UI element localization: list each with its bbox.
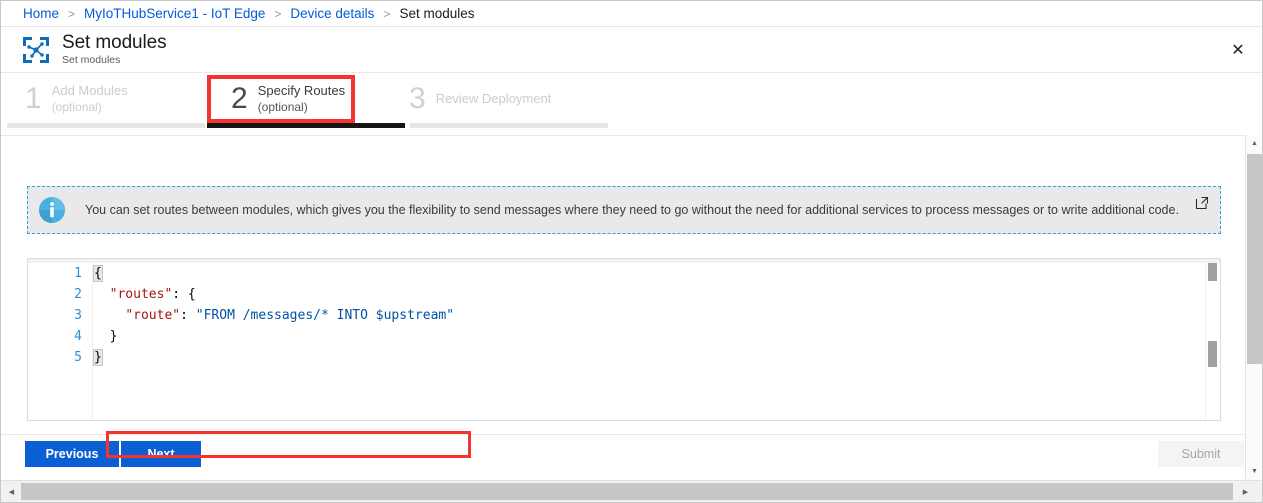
wizard-footer: Previous Next Submit	[1, 434, 1262, 480]
code-token: "FROM /messages/* INTO $upstream"	[195, 308, 455, 323]
info-icon	[28, 187, 76, 233]
code-token: }	[93, 349, 103, 366]
next-button[interactable]: Next	[121, 441, 201, 467]
scroll-right-icon[interactable]: ▶	[1237, 481, 1254, 502]
step-title: Specify Routes	[257, 83, 346, 99]
breadcrumb-separator-icon: >	[274, 6, 282, 21]
page-subtitle: Set modules	[62, 54, 121, 67]
scroll-down-icon[interactable]: ▼	[1246, 463, 1262, 480]
step-label-group: Add Modules (optional)	[52, 83, 128, 114]
step-number: 1	[25, 82, 42, 115]
iot-edge-modules-icon	[21, 35, 51, 65]
page-horizontal-scrollbar[interactable]: ◀ ▶	[1, 480, 1262, 502]
wizard-stepper: 1 Add Modules (optional) 2 Specify Route…	[1, 73, 1262, 129]
line-number: 2	[74, 287, 82, 302]
vertical-scroll-thumb[interactable]	[1247, 154, 1262, 364]
code-line: {	[93, 263, 1200, 284]
line-number: 1	[74, 266, 82, 281]
title-block: Set modules Set modules	[62, 31, 167, 67]
step-number: 3	[409, 82, 426, 115]
step-optional-note: (optional)	[51, 99, 102, 114]
code-token: "route"	[125, 308, 181, 323]
step-label-group: Review Deployment	[436, 91, 552, 107]
code-line: }	[93, 347, 1200, 368]
scroll-left-icon[interactable]: ◀	[3, 481, 20, 502]
code-line: }	[94, 326, 1200, 347]
breadcrumb-item-iothub[interactable]: MyIoTHubService1 - IoT Edge	[84, 6, 265, 21]
previous-button[interactable]: Previous	[25, 441, 119, 467]
set-modules-blade: Home > MyIoTHubService1 - IoT Edge > Dev…	[0, 0, 1263, 503]
editor-vertical-scrollbar[interactable]	[1205, 263, 1220, 420]
routes-json-editor[interactable]: 1 2 3 4 5 { "routes": { "route": "FROM /…	[27, 258, 1221, 421]
external-link-icon[interactable]	[1194, 195, 1210, 211]
horizontal-scroll-thumb[interactable]	[21, 483, 1233, 500]
step-title: Review Deployment	[435, 90, 552, 106]
breadcrumb-item-set-modules: Set modules	[399, 6, 475, 21]
line-number: 5	[74, 350, 82, 365]
info-banner: You can set routes between modules, whic…	[27, 186, 1221, 234]
step-number: 2	[231, 82, 248, 115]
code-line: "routes": {	[94, 284, 1200, 305]
step-underline-2-active	[207, 123, 405, 128]
code-token: :	[180, 308, 196, 323]
code-token: }	[109, 329, 118, 344]
breadcrumb: Home > MyIoTHubService1 - IoT Edge > Dev…	[1, 1, 1262, 27]
editor-code-area[interactable]: { "routes": { "route": "FROM /messages/*…	[93, 263, 1200, 420]
close-icon[interactable]: ✕	[1224, 36, 1252, 64]
step-label-group: Specify Routes (optional)	[258, 83, 345, 114]
step-optional-note: (optional)	[257, 99, 308, 114]
line-number: 4	[74, 329, 82, 344]
breadcrumb-separator-icon: >	[383, 6, 391, 21]
breadcrumb-item-device-details[interactable]: Device details	[290, 6, 374, 21]
step-add-modules[interactable]: 1 Add Modules (optional)	[13, 77, 203, 121]
editor-scroll-marker[interactable]	[1208, 263, 1217, 281]
page-title: Set modules	[62, 31, 167, 53]
code-line: "route": "FROM /messages/* INTO $upstrea…	[94, 305, 1200, 326]
blade-title-bar: Set modules Set modules ✕	[1, 27, 1262, 73]
step-review-deployment[interactable]: 3 Review Deployment	[395, 77, 595, 121]
step-underline-1	[7, 123, 205, 128]
scroll-up-icon[interactable]: ▲	[1246, 135, 1262, 152]
breadcrumb-separator-icon: >	[68, 6, 76, 21]
page-vertical-scrollbar[interactable]: ▲ ▼	[1245, 135, 1262, 480]
step-underline-3	[410, 123, 608, 128]
step-specify-routes[interactable]: 2 Specify Routes (optional)	[217, 77, 365, 121]
step-underlines	[1, 122, 1262, 128]
code-token: : {	[172, 287, 196, 302]
code-token: {	[93, 265, 103, 282]
breadcrumb-item-home[interactable]: Home	[23, 6, 59, 21]
submit-button[interactable]: Submit	[1158, 441, 1244, 467]
editor-line-number-gutter: 1 2 3 4 5	[28, 263, 93, 420]
editor-scroll-thumb[interactable]	[1208, 341, 1217, 367]
step-title: Add Modules	[51, 83, 128, 99]
blade-content: You can set routes between modules, whic…	[1, 135, 1262, 480]
info-banner-text: You can set routes between modules, whic…	[85, 202, 1179, 217]
code-token: "routes"	[109, 287, 173, 302]
line-number: 3	[74, 308, 82, 323]
